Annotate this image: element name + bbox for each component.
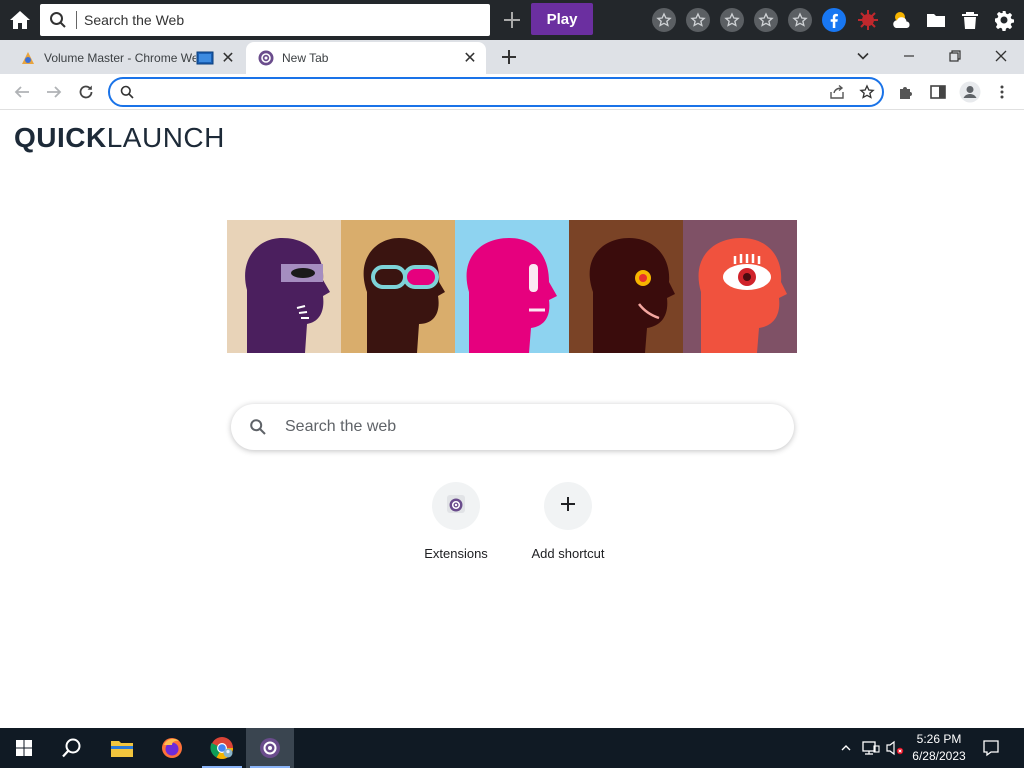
search-icon bbox=[231, 418, 285, 436]
shortcut-label: Extensions bbox=[424, 546, 488, 561]
star-icon[interactable] bbox=[686, 8, 710, 32]
logo-light-text: LAUNCH bbox=[106, 122, 225, 153]
profile-avatar-icon[interactable] bbox=[958, 80, 982, 104]
quicklaunch-logo: QUICKLAUNCH bbox=[14, 122, 225, 154]
tray-overflow-chevron-icon[interactable] bbox=[836, 728, 856, 768]
windows-start-icon[interactable] bbox=[0, 728, 48, 768]
shortcut-extensions[interactable]: Extensions bbox=[400, 482, 512, 572]
tab-title: Volume Master - Chrome We bbox=[44, 51, 196, 65]
close-window-icon[interactable] bbox=[987, 44, 1015, 68]
star-icon[interactable] bbox=[652, 8, 676, 32]
notifications-icon[interactable] bbox=[978, 728, 1004, 768]
plus-icon bbox=[559, 495, 577, 518]
star-icon[interactable] bbox=[754, 8, 778, 32]
favorites-star-row bbox=[652, 8, 812, 32]
bookmark-star-icon[interactable] bbox=[852, 84, 882, 100]
minimize-icon[interactable] bbox=[895, 44, 923, 68]
volume-master-favicon-icon bbox=[20, 50, 36, 66]
new-tab-plus-icon[interactable] bbox=[498, 46, 520, 68]
shortcut-tile[interactable] bbox=[544, 482, 592, 530]
search-icon bbox=[40, 4, 76, 36]
volume-muted-icon[interactable] bbox=[884, 728, 906, 768]
file-explorer-icon[interactable] bbox=[98, 728, 146, 768]
heads-artwork bbox=[227, 220, 797, 353]
navigation-bar bbox=[0, 74, 1024, 110]
toolbar-search-placeholder: Search the Web bbox=[84, 12, 185, 28]
tab-volume-master[interactable]: Volume Master - Chrome We ✕ bbox=[8, 42, 244, 74]
forward-arrow-icon[interactable] bbox=[42, 80, 66, 104]
back-arrow-icon[interactable] bbox=[10, 80, 34, 104]
divider bbox=[76, 11, 77, 29]
folder-icon[interactable] bbox=[924, 8, 948, 32]
reload-icon[interactable] bbox=[74, 80, 98, 104]
facebook-icon[interactable] bbox=[822, 8, 846, 32]
clock-date: 6/28/2023 bbox=[912, 749, 966, 763]
home-icon[interactable] bbox=[8, 8, 32, 32]
extensions-puzzle-icon[interactable] bbox=[894, 80, 918, 104]
star-icon[interactable] bbox=[788, 8, 812, 32]
virus-icon[interactable] bbox=[856, 8, 880, 32]
menu-kebab-icon[interactable] bbox=[990, 80, 1014, 104]
quicklaunch-app-icon[interactable] bbox=[246, 728, 294, 768]
play-button[interactable]: Play bbox=[531, 3, 593, 35]
windows-taskbar: 5:26 PM 6/28/2023 bbox=[0, 728, 1024, 768]
clock-time: 5:26 PM bbox=[916, 732, 962, 746]
shortcut-add[interactable]: Add shortcut bbox=[512, 482, 624, 572]
chrome-icon[interactable] bbox=[198, 728, 246, 768]
weather-icon[interactable] bbox=[890, 8, 914, 32]
firefox-icon[interactable] bbox=[148, 728, 196, 768]
shortcut-label: Add shortcut bbox=[531, 546, 605, 561]
address-bar[interactable] bbox=[108, 77, 884, 107]
new-tab-favicon-icon bbox=[258, 50, 274, 66]
close-tab-icon[interactable]: ✕ bbox=[218, 48, 238, 68]
toolbar-search-box[interactable]: Search the Web bbox=[40, 4, 490, 36]
add-icon[interactable] bbox=[500, 8, 524, 32]
hero-heads-illustration bbox=[227, 220, 797, 353]
settings-gear-icon[interactable] bbox=[992, 8, 1016, 32]
network-icon[interactable] bbox=[860, 728, 882, 768]
shortcut-tile[interactable] bbox=[432, 482, 480, 530]
tab-search-chevron-icon[interactable] bbox=[849, 44, 877, 68]
web-search-box[interactable]: Search the web bbox=[231, 404, 794, 450]
close-tab-icon[interactable]: ✕ bbox=[460, 48, 480, 68]
side-panel-icon[interactable] bbox=[926, 80, 950, 104]
trash-icon[interactable] bbox=[958, 8, 982, 32]
tab-new-tab[interactable]: New Tab ✕ bbox=[246, 42, 486, 74]
window-preview-icon bbox=[196, 51, 214, 65]
star-icon[interactable] bbox=[720, 8, 744, 32]
extension-app-icon bbox=[445, 493, 467, 520]
restore-icon[interactable] bbox=[941, 44, 969, 68]
tab-title: New Tab bbox=[282, 51, 329, 65]
taskbar-search-icon[interactable] bbox=[48, 728, 96, 768]
logo-bold-text: QUICK bbox=[14, 122, 107, 153]
system-clock[interactable]: 5:26 PM 6/28/2023 bbox=[906, 731, 972, 765]
extension-toolbar: Search the Web Play bbox=[0, 0, 1024, 40]
address-input[interactable] bbox=[144, 84, 822, 100]
web-search-placeholder: Search the web bbox=[285, 418, 397, 435]
search-icon bbox=[110, 85, 144, 99]
share-icon[interactable] bbox=[822, 84, 852, 100]
